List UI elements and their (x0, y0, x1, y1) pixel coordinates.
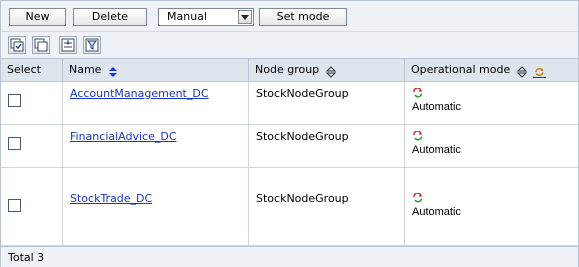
chevron-down-icon[interactable] (238, 10, 252, 24)
mode-select[interactable]: Manual (158, 8, 254, 26)
total-count: Total 3 (8, 251, 45, 264)
icon-toolbar (1, 32, 578, 59)
row-checkbox[interactable] (8, 199, 21, 212)
operational-mode-header-label: Operational mode (411, 63, 511, 76)
cluster-name-link[interactable]: FinancialAdvice_DC (70, 130, 177, 143)
delete-button[interactable]: Delete (73, 8, 147, 26)
operational-mode-cell: Automatic (405, 82, 578, 124)
name-cell: FinancialAdvice_DC (63, 125, 249, 167)
filter-icon[interactable] (83, 36, 101, 54)
node-group-value: StockNodeGroup (256, 130, 349, 143)
node-group-value: StockNodeGroup (256, 87, 349, 100)
node-group-cell: StockNodeGroup (249, 168, 405, 245)
operational-mode-cell: Automatic (405, 125, 578, 167)
name-header-label: Name (69, 63, 102, 76)
table-row: FinancialAdvice_DC StockNodeGroup Automa… (1, 125, 578, 168)
name-cell: StockTrade_DC (63, 168, 249, 245)
cluster-name-link[interactable]: StockTrade_DC (70, 192, 152, 205)
node-group-value: StockNodeGroup (256, 192, 349, 205)
select-cell (1, 125, 63, 167)
row-checkbox[interactable] (8, 137, 21, 150)
operational-mode-value: Automatic (412, 206, 461, 218)
operational-mode-value: Automatic (412, 144, 461, 156)
operational-mode-value: Automatic (412, 101, 461, 113)
select-header-label: Select (7, 63, 41, 76)
operational-mode-column-header[interactable]: Operational mode (405, 59, 578, 81)
node-group-cell: StockNodeGroup (249, 125, 405, 167)
name-cell: AccountManagement_DC (63, 82, 249, 124)
node-group-column-header[interactable]: Node group (249, 59, 405, 81)
name-column-header[interactable]: Name (63, 59, 249, 81)
select-cell (1, 82, 63, 124)
collection-panel: New Delete Manual Set mode Select Name N… (0, 0, 579, 267)
select-column-header: Select (1, 59, 63, 81)
action-toolbar: New Delete Manual Set mode (1, 1, 578, 32)
node-group-header-label: Node group (255, 63, 320, 76)
select-all-icon[interactable] (8, 36, 26, 54)
row-checkbox[interactable] (8, 94, 21, 107)
sort-icon[interactable] (516, 64, 527, 78)
cluster-name-link[interactable]: AccountManagement_DC (70, 87, 209, 100)
deselect-all-icon[interactable] (32, 36, 50, 54)
set-mode-button[interactable]: Set mode (259, 8, 347, 26)
sort-icon[interactable] (108, 64, 118, 77)
table-footer: Total 3 (1, 246, 578, 267)
table-header: Select Name Node group Operational mode (1, 59, 578, 82)
automatic-mode-icon (412, 87, 424, 101)
select-cell (1, 168, 63, 245)
operational-mode-cell: Automatic (405, 168, 578, 245)
mode-select-value: Manual (167, 10, 207, 23)
table-row: StockTrade_DC StockNodeGroup Automatic (1, 168, 578, 246)
sort-icon[interactable] (325, 64, 336, 78)
refresh-icon[interactable] (533, 64, 547, 78)
automatic-mode-icon (412, 192, 424, 206)
new-button[interactable]: New (9, 8, 66, 26)
table-row: AccountManagement_DC StockNodeGroup Auto… (1, 82, 578, 125)
expand-icon[interactable] (59, 36, 77, 54)
automatic-mode-icon (412, 130, 424, 144)
node-group-cell: StockNodeGroup (249, 82, 405, 124)
